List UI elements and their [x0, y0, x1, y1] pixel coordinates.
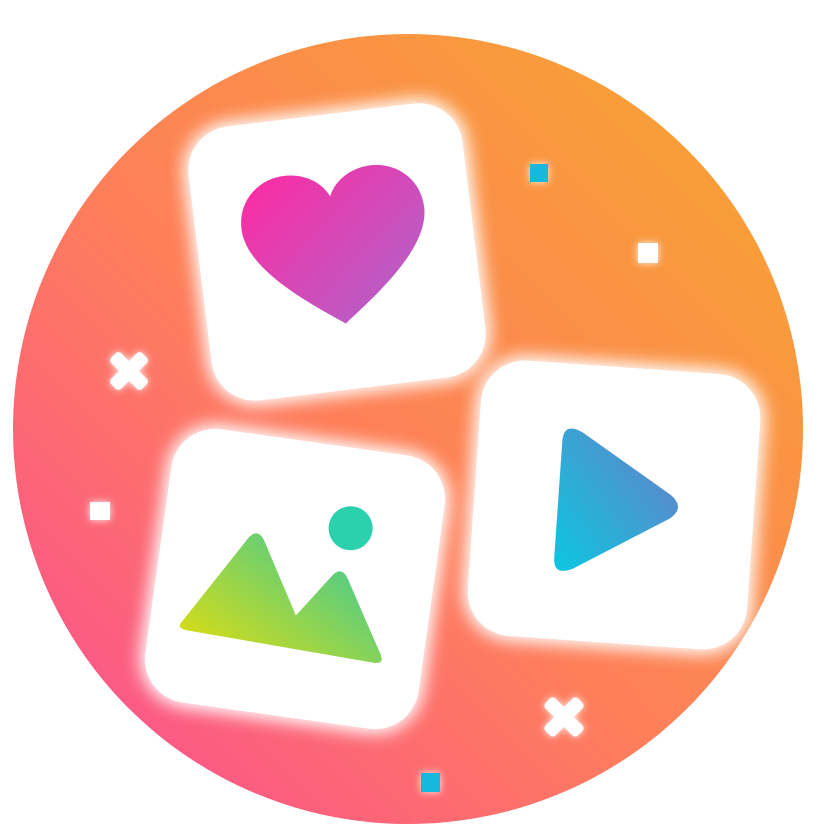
image-tile [144, 428, 446, 730]
heart-tile [188, 103, 486, 401]
sparkle-square-top-right [638, 243, 658, 263]
accent-square-bottom [421, 773, 440, 792]
sparkle-square-left [90, 502, 110, 520]
accent-square-top [530, 164, 548, 182]
play-tile [467, 360, 761, 650]
logo-canvas [13, 34, 803, 824]
app-logo [0, 0, 817, 838]
